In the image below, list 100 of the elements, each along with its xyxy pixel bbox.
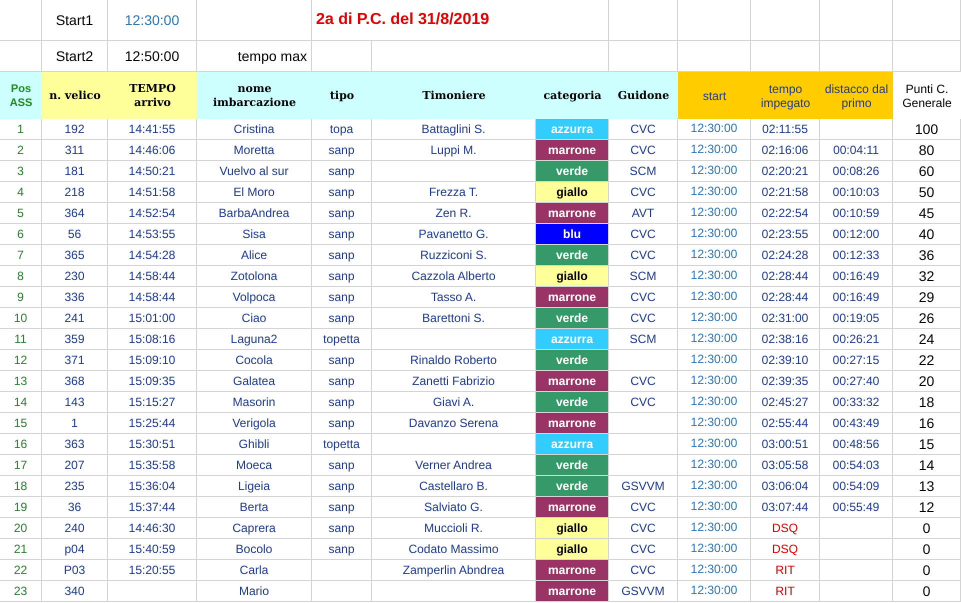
category-tag: blu <box>536 224 608 244</box>
table-cell-text: 56 <box>68 226 82 243</box>
table-cell-text: Laguna2 <box>230 331 278 348</box>
table-cell-text: 0 <box>922 582 930 600</box>
table-cell-text: 24 <box>918 330 934 348</box>
table-cell-text: 36 <box>918 246 934 264</box>
table-cell-text: 15:35:58 <box>128 457 176 474</box>
table-cell-text: 00:12:00 <box>832 226 880 243</box>
table-cell-text: 02:28:44 <box>762 268 808 285</box>
table-cell-text: 32 <box>918 266 934 286</box>
category-tag: verde <box>536 476 608 496</box>
table-cell-text: 20 <box>14 520 28 537</box>
table-cell-text: 02:39:10 <box>762 352 808 369</box>
table-cell-text: 02:21:58 <box>762 184 808 201</box>
table-cell-text: SCM <box>630 163 656 180</box>
category-tag: marrone <box>536 497 608 517</box>
category-tag: marrone <box>536 140 608 160</box>
table-cell-text: 14:41:55 <box>128 121 176 138</box>
category-tag: marrone <box>536 287 608 307</box>
table-cell-text: 02:22:54 <box>762 205 808 222</box>
table-cell-text: RIT <box>775 562 795 579</box>
table-cell-text: 12:30:00 <box>690 393 738 410</box>
table-cell-text: 12:30:00 <box>690 309 738 326</box>
table-cell-text: 12 <box>14 352 28 369</box>
table-cell-text: 14:50:21 <box>128 163 176 180</box>
category-tag: azzurra <box>536 434 608 454</box>
category-tag: marrone <box>536 581 608 601</box>
table-cell-text: CVC <box>630 541 656 558</box>
table-cell-text: DSQ <box>772 541 798 558</box>
table-cell-text: 181 <box>64 163 85 180</box>
column-header: TEMPO arrivo <box>108 72 197 119</box>
table-cell-text: 15:25:44 <box>128 415 176 432</box>
category-tag: marrone <box>536 203 608 223</box>
table-cell-text: Cocola <box>235 352 273 369</box>
table-cell-text: 00:27:40 <box>832 373 880 390</box>
table-cell-text: CVC <box>630 226 656 243</box>
table-cell-text: 50 <box>918 182 934 202</box>
table-cell-text: 15:20:55 <box>128 562 176 579</box>
table-cell-text: P03 <box>64 562 86 579</box>
table-cell-text: sanp <box>328 478 355 495</box>
category-tag: marrone <box>536 371 608 391</box>
table-cell-text: CVC <box>630 373 656 390</box>
table-cell-text: 00:33:32 <box>832 394 880 411</box>
table-cell-text: AVT <box>632 205 654 222</box>
table-cell-text: 359 <box>64 331 85 348</box>
table-cell-text: 14:54:28 <box>128 247 176 264</box>
table-cell-text: Masorin <box>232 394 276 411</box>
table-cell-text: 12:30:00 <box>690 435 738 452</box>
table-cell-text: 03:05:58 <box>762 457 808 474</box>
table-cell-text: 00:27:15 <box>832 352 880 369</box>
table-cell-text: 03:07:44 <box>762 499 808 516</box>
table-cell-text: 12:30:00 <box>690 120 738 137</box>
table-cell-text: 230 <box>64 268 85 285</box>
table-cell-text: 218 <box>64 184 85 201</box>
table-cell-text: 11 <box>14 331 27 348</box>
column-header: nome imbarcazione <box>197 72 312 119</box>
table-cell-text: sanp <box>328 163 355 180</box>
table-cell-text: Rinaldo Roberto <box>410 352 497 369</box>
table-cell-text: 12:30:00 <box>690 141 738 158</box>
table-cell-text: 12:30:00 <box>690 498 738 515</box>
category-tag: marrone <box>536 413 608 433</box>
table-cell-text: sanp <box>328 184 355 201</box>
table-cell-text: 02:39:35 <box>762 373 808 390</box>
table-cell-text: 207 <box>64 457 85 474</box>
table-cell-text: 3 <box>17 163 24 180</box>
table-cell-text: 336 <box>64 289 85 306</box>
table-cell-text: Mario <box>238 583 269 600</box>
tempo-max-label: tempo max <box>238 46 307 66</box>
table-cell-text: 15:36:04 <box>128 478 176 495</box>
table-cell-text: 15:09:35 <box>128 373 176 390</box>
category-tag: verde <box>536 245 608 265</box>
empty-cell <box>893 0 961 41</box>
table-cell-text: 363 <box>64 436 85 453</box>
table-cell-text: 14:51:58 <box>128 184 176 201</box>
table-cell-text: 12:30:00 <box>690 204 738 221</box>
table-cell-text: 60 <box>918 162 934 180</box>
table-cell-text: topetta <box>323 436 360 453</box>
table-cell-text: BarbaAndrea <box>218 205 290 222</box>
table-cell-text: 02:20:21 <box>762 163 808 180</box>
table-cell-text: 22 <box>14 562 28 579</box>
table-cell-text: sanp <box>328 499 355 516</box>
table-cell-text: 12:30:00 <box>690 561 738 578</box>
table-cell-text: 00:26:21 <box>832 331 880 348</box>
table-cell-text: sanp <box>328 310 355 327</box>
table-cell-text: 0 <box>922 518 930 538</box>
table-cell-text: 00:10:59 <box>832 205 880 222</box>
table-cell-text: 0 <box>922 560 930 580</box>
table-cell-text: Verner Andrea <box>415 457 492 474</box>
table-cell-text: 12:30:00 <box>690 225 738 242</box>
table-cell-text: 15 <box>14 415 28 432</box>
table-cell-text: 14:52:54 <box>128 205 176 222</box>
table-cell-text: 14:53:55 <box>128 226 176 243</box>
table-cell-text: CVC <box>630 247 656 264</box>
table-cell-text: Pavanetto G. <box>418 226 489 243</box>
table-cell-text: 03:00:51 <box>762 436 808 453</box>
table-cell-text: 15 <box>918 434 934 454</box>
table-cell-text: Zanetti Fabrizio <box>412 373 495 390</box>
table-cell-text: sanp <box>328 247 355 264</box>
table-cell-text: Vuelvo al sur <box>220 163 288 180</box>
category-tag: giallo <box>536 539 608 559</box>
